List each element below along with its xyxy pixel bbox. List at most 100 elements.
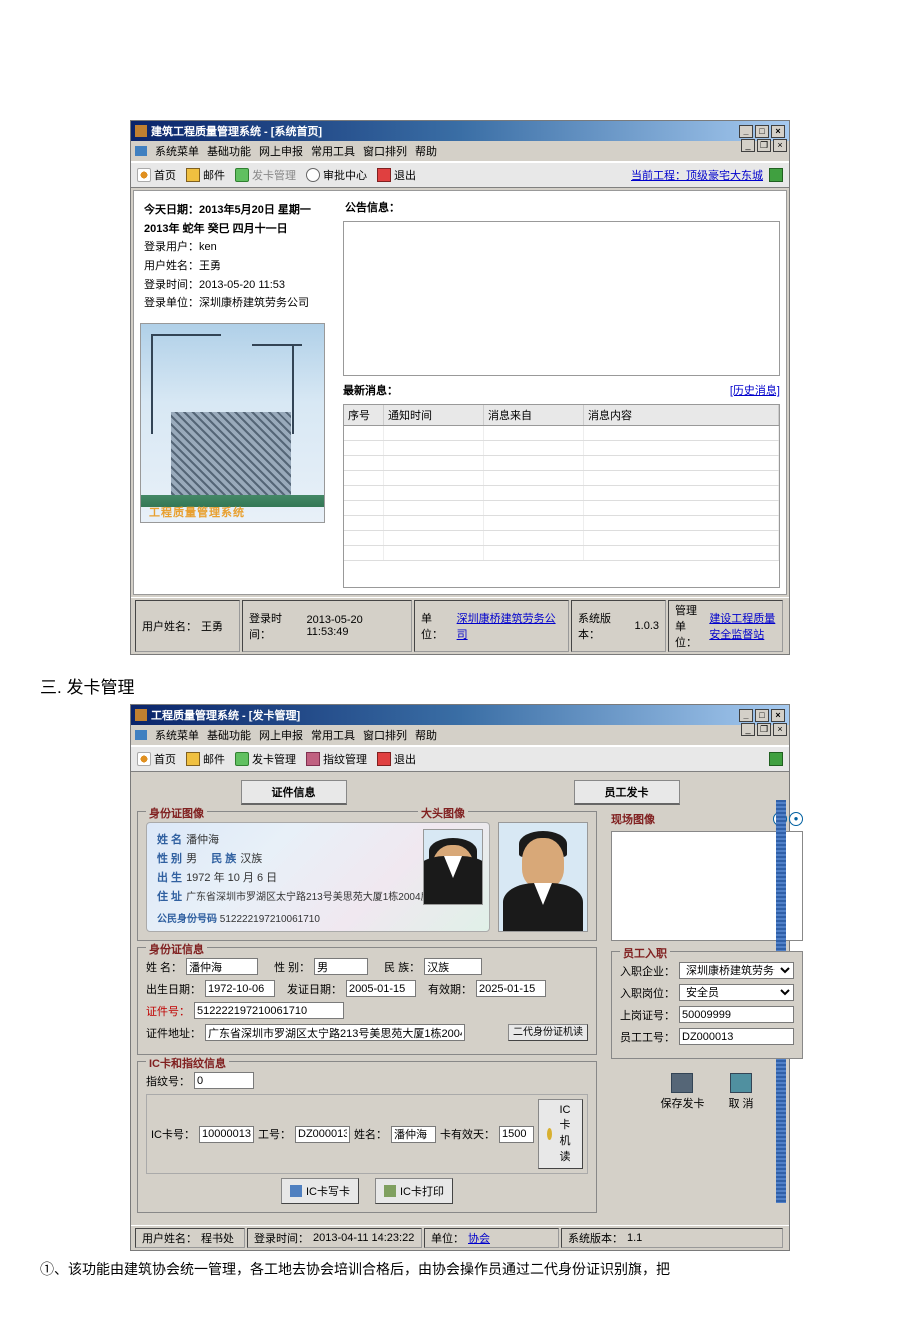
menu-system[interactable]: 系统菜单 [155, 143, 199, 159]
ic-reader-button[interactable]: IC卡机读 [538, 1099, 583, 1169]
tb-mail[interactable]: 邮件 [186, 751, 225, 767]
menu-windows[interactable]: 窗口排列 [363, 727, 407, 743]
toolbar: 首页 邮件 发卡管理 审批中心 退出 当前工程：顶级豪宅大东城 [131, 162, 789, 188]
table-row [344, 546, 779, 561]
mdi-icon [135, 146, 147, 156]
statusbar: 用户姓名：王勇 登录时间：2013-05-20 11:53:49 单位：深圳康桥… [131, 597, 789, 654]
window-card-issue: 工程质量管理系统 - [发卡管理] _ □ × 系统菜单 基础功能 网上申报 常… [130, 704, 790, 1251]
tb-home[interactable]: 首页 [137, 751, 176, 767]
valid-input[interactable] [476, 980, 546, 997]
ic-days-input[interactable] [499, 1126, 534, 1143]
titlebar[interactable]: 建筑工程质量管理系统 - [系统首页] _ □ × [131, 121, 789, 141]
content-area: 今天日期：2013年5月20日 星期一 2013年 蛇年 癸巳 四月十一日 登录… [133, 190, 787, 595]
login-info: 今天日期：2013年5月20日 星期一 2013年 蛇年 癸巳 四月十一日 登录… [140, 197, 335, 317]
issue-date-input[interactable] [346, 980, 416, 997]
menu-tools[interactable]: 常用工具 [311, 727, 355, 743]
menu-help[interactable]: 帮助 [415, 143, 437, 159]
mdi-restore-button[interactable]: ❐ [757, 723, 771, 736]
menu-system[interactable]: 系统菜单 [155, 727, 199, 743]
network-icon[interactable] [769, 752, 783, 766]
print-icon [384, 1185, 396, 1197]
scene-image-box [611, 831, 803, 941]
window-title: 建筑工程质量管理系统 - [系统首页] [151, 123, 322, 139]
menu-online[interactable]: 网上申报 [259, 143, 303, 159]
window-title: 工程质量管理系统 - [发卡管理] [151, 707, 300, 723]
ic-card-input[interactable] [199, 1126, 254, 1143]
minimize-button[interactable]: _ [739, 709, 753, 722]
app-icon [135, 709, 147, 721]
photo-label: 大头图像 [418, 805, 468, 821]
close-button[interactable]: × [771, 125, 785, 138]
mdi-restore-button[interactable]: ❐ [757, 139, 771, 152]
tb-card[interactable]: 发卡管理 [235, 751, 296, 767]
org-select[interactable]: 深圳康桥建筑劳务公司 [679, 962, 794, 979]
announce-box [343, 221, 780, 376]
menu-help[interactable]: 帮助 [415, 727, 437, 743]
empno-input[interactable] [679, 1028, 794, 1045]
emp-no-input[interactable] [295, 1126, 350, 1143]
mdi-close-button[interactable]: × [773, 723, 787, 736]
ic-name-input[interactable] [391, 1126, 436, 1143]
tb-home[interactable]: 首页 [137, 167, 176, 183]
col-from[interactable]: 消息来自 [484, 405, 584, 425]
ic-print-button[interactable]: IC卡打印 [375, 1178, 453, 1204]
mdi-minimize-button[interactable]: _ [741, 139, 755, 152]
statusbar: 用户姓名：程书处 登录时间：2013-04-11 14:23:22 单位：协会 … [131, 1225, 789, 1250]
tab-issue-card[interactable]: 员工发卡 [574, 780, 680, 805]
home-icon [137, 168, 151, 182]
home-icon [137, 752, 151, 766]
app-icon [135, 125, 147, 137]
table-row [344, 486, 779, 501]
name-input[interactable] [186, 958, 258, 975]
col-seq[interactable]: 序号 [344, 405, 384, 425]
menubar: 系统菜单 基础功能 网上申报 常用工具 窗口排列 帮助 _ ❐ × [131, 725, 789, 746]
menubar: 系统菜单 基础功能 网上申报 常用工具 窗口排列 帮助 _ ❐ × [131, 141, 789, 162]
table-row [344, 471, 779, 486]
menu-basic[interactable]: 基础功能 [207, 727, 251, 743]
tb-exit[interactable]: 退出 [377, 751, 416, 767]
group-ic-finger: IC卡和指纹信息 指纹号： IC卡号： 工号： 姓名： 卡有效天： IC卡机读 … [137, 1061, 597, 1213]
tab-id-info[interactable]: 证件信息 [241, 780, 347, 805]
tb-card[interactable]: 发卡管理 [235, 167, 296, 183]
addr-input[interactable] [205, 1024, 465, 1041]
save-card-button[interactable]: 保存发卡 [660, 1073, 704, 1111]
titlebar[interactable]: 工程质量管理系统 - [发卡管理] _ □ × [131, 705, 789, 725]
content-area: 证件信息 员工发卡 身份证图像 大头图像 姓 名潘仲海 性 别男 民 族汉族 出… [133, 774, 787, 1223]
maximize-button[interactable]: □ [755, 125, 769, 138]
nation-input[interactable] [424, 958, 482, 975]
tb-finger[interactable]: 指纹管理 [306, 751, 367, 767]
mdi-minimize-button[interactable]: _ [741, 723, 755, 736]
network-icon[interactable] [769, 168, 783, 182]
mdi-close-button[interactable]: × [773, 139, 787, 152]
sex-input[interactable] [314, 958, 368, 975]
group-employee: 员工入职 入职企业：深圳康桥建筑劳务公司 入职岗位：安全员 上岗证号： 员工工号… [611, 951, 803, 1059]
col-content[interactable]: 消息内容 [584, 405, 779, 425]
idno-input[interactable] [194, 1002, 344, 1019]
mdi-icon [135, 730, 147, 740]
ic-write-button[interactable]: IC卡写卡 [281, 1178, 359, 1204]
minimize-button[interactable]: _ [739, 125, 753, 138]
maximize-button[interactable]: □ [755, 709, 769, 722]
stop-button[interactable]: ● [789, 812, 803, 826]
tb-mail[interactable]: 邮件 [186, 167, 225, 183]
tb-exit[interactable]: 退出 [377, 167, 416, 183]
history-link[interactable]: [历史消息] [730, 382, 780, 398]
cancel-button[interactable]: 取 消 [728, 1073, 753, 1111]
finger-input[interactable] [194, 1072, 254, 1089]
menu-tools[interactable]: 常用工具 [311, 143, 355, 159]
menu-online[interactable]: 网上申报 [259, 727, 303, 743]
fingerprint-icon [306, 752, 320, 766]
menu-windows[interactable]: 窗口排列 [363, 143, 407, 159]
position-select[interactable]: 安全员 [679, 984, 794, 1001]
exit-icon [377, 168, 391, 182]
tb-center[interactable]: 审批中心 [306, 167, 367, 183]
group-id-image: 身份证图像 大头图像 姓 名潘仲海 性 别男 民 族汉族 出 生1972 年 1… [137, 811, 597, 941]
menu-basic[interactable]: 基础功能 [207, 143, 251, 159]
col-time[interactable]: 通知时间 [384, 405, 484, 425]
cert-input[interactable] [679, 1006, 794, 1023]
birth-input[interactable] [205, 980, 275, 997]
close-button[interactable]: × [771, 709, 785, 722]
image-caption: 工程质量管理系统 [149, 504, 245, 520]
id-reader-button[interactable]: 二代身份证机读 [508, 1024, 588, 1041]
table-row [344, 531, 779, 546]
